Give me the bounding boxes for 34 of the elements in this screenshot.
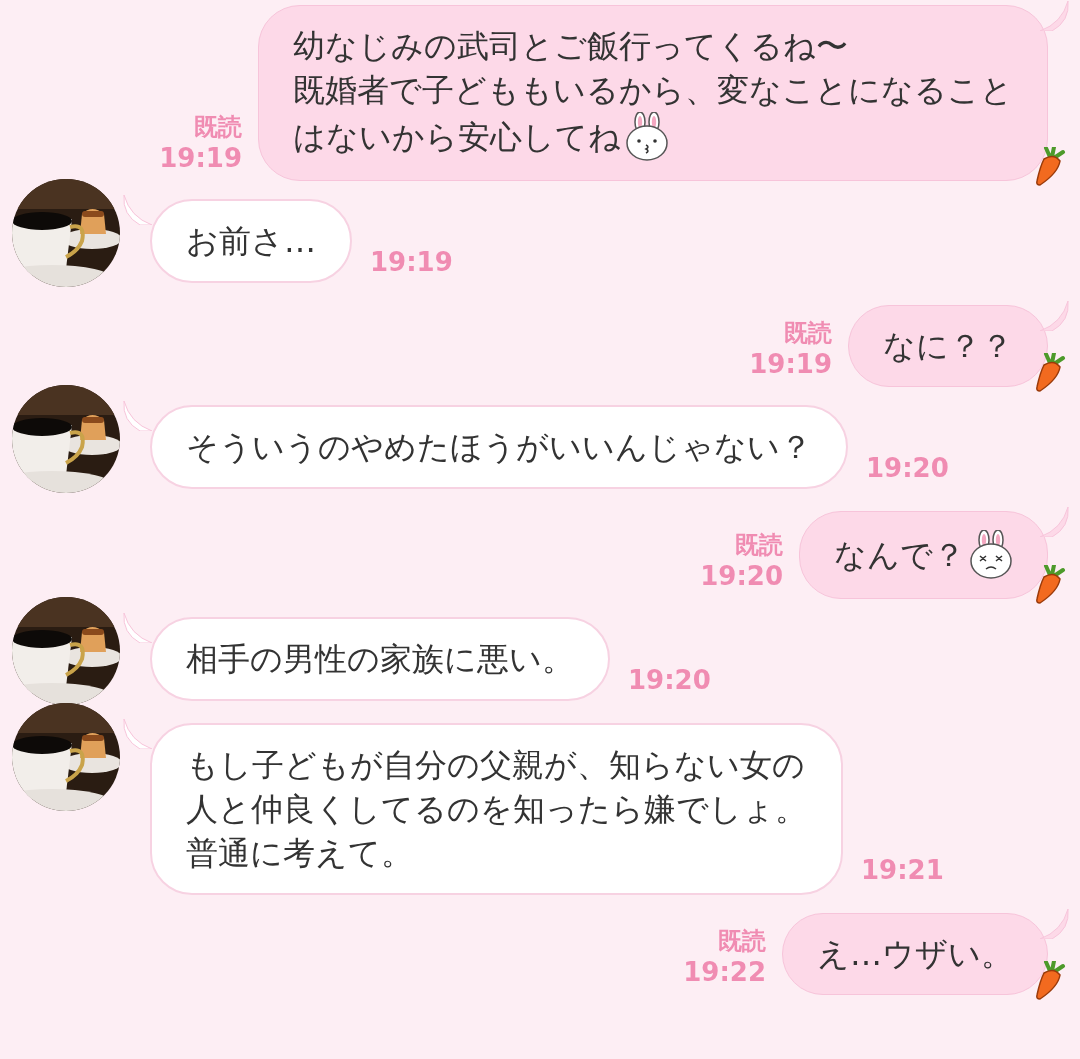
message-time: 19:20 <box>628 665 711 695</box>
message-text: 人と仲良くしてるのを知ったら嫌でしょ。 <box>186 789 807 830</box>
message-text: お前さ… <box>186 221 316 262</box>
message-time: 19:19 <box>159 143 242 173</box>
message-text: もし子どもが自分の父親が、知らない女の <box>186 745 805 786</box>
carrot-icon <box>1034 961 1068 1001</box>
carrot-icon <box>1034 565 1068 605</box>
message-text: はないから安心してね <box>293 117 621 158</box>
message-time: 19:19 <box>370 247 453 277</box>
message-text: 幼なじみの武司とご飯行ってくるね〜 <box>293 26 848 67</box>
message-text: え…ウザい。 <box>817 934 1013 975</box>
bubble-tail <box>122 613 152 643</box>
read-receipt: 既読 <box>735 530 783 561</box>
bubble-tail <box>122 719 152 749</box>
bubble-tail <box>122 401 152 431</box>
message-time: 19:22 <box>683 957 766 987</box>
bunny-emoji-icon <box>969 530 1013 580</box>
message-text: 普通に考えて。 <box>186 833 413 874</box>
bubble-tail <box>122 195 152 225</box>
carrot-icon <box>1034 147 1068 187</box>
read-receipt: 既読 <box>718 926 766 957</box>
carrot-icon <box>1034 353 1068 393</box>
message-time: 19:20 <box>700 561 783 591</box>
read-receipt: 既読 <box>194 112 242 143</box>
message-time: 19:21 <box>861 855 944 885</box>
message-text: 既婚者で子どももいるから、変なことになること <box>293 70 1013 111</box>
message-text: なんで？ <box>834 535 965 576</box>
message-time: 19:20 <box>866 453 949 483</box>
message-text: なに？？ <box>883 326 1013 367</box>
message-text: 相手の男性の家族に悪い。 <box>186 639 574 680</box>
bunny-emoji-icon <box>625 112 669 162</box>
message-text: そういうのやめたほうがいいんじゃない？ <box>186 427 812 468</box>
read-receipt: 既読 <box>784 318 832 349</box>
message-time: 19:19 <box>749 349 832 379</box>
